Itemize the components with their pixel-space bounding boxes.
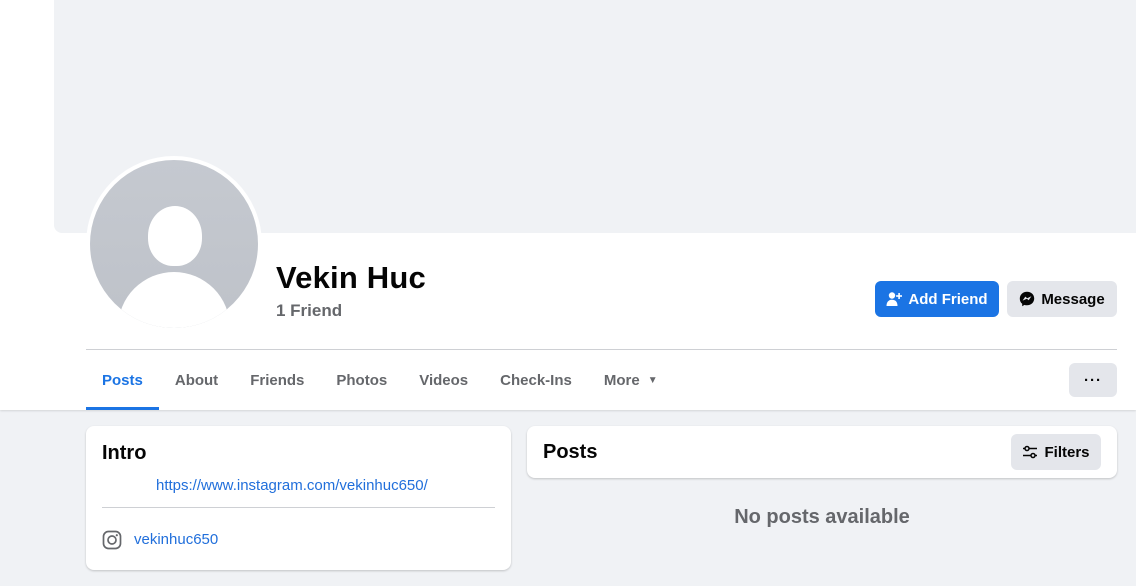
tab-posts[interactable]: Posts bbox=[86, 350, 159, 410]
avatar-head-shape bbox=[148, 206, 202, 266]
profile-picture[interactable] bbox=[86, 156, 262, 332]
avatar-placeholder bbox=[90, 160, 258, 328]
intro-website-link[interactable]: https://www.instagram.com/vekinhuc650/ bbox=[156, 477, 428, 494]
instagram-handle-link[interactable]: vekinhuc650 bbox=[134, 531, 218, 548]
tab-about[interactable]: About bbox=[159, 350, 234, 410]
messenger-icon bbox=[1020, 291, 1035, 307]
tab-label: More bbox=[603, 371, 640, 389]
tab-label: Posts bbox=[102, 371, 143, 389]
tab-photos[interactable]: Photos bbox=[320, 350, 403, 410]
tab-check-ins[interactable]: Check-Ins bbox=[484, 350, 588, 410]
filters-button[interactable]: Filters bbox=[1011, 434, 1101, 470]
posts-title: Posts bbox=[543, 441, 598, 463]
posts-header-card: Posts Filters bbox=[527, 426, 1117, 478]
profile-tabs: Posts About Friends Photos Videos Check-… bbox=[86, 350, 674, 410]
tab-label: Videos bbox=[419, 371, 469, 389]
tab-label: Check-Ins bbox=[500, 371, 572, 389]
filters-label: Filters bbox=[1044, 443, 1090, 461]
add-person-icon bbox=[886, 292, 903, 306]
profile-name: Vekin Huc bbox=[276, 260, 426, 295]
intro-divider bbox=[102, 507, 495, 508]
more-options-button[interactable]: ··· bbox=[1069, 363, 1117, 397]
tab-label: Photos bbox=[336, 371, 388, 389]
sliders-icon bbox=[1023, 445, 1038, 459]
intro-title: Intro bbox=[102, 442, 147, 464]
tab-label: About bbox=[174, 371, 219, 389]
tab-label: Friends bbox=[250, 371, 305, 389]
add-friend-button[interactable]: Add Friend bbox=[875, 281, 999, 317]
empty-posts-message: No posts available bbox=[734, 506, 910, 528]
profile-header: Vekin Huc 1 Friend Add Friend Message Po… bbox=[0, 0, 1136, 410]
tab-videos[interactable]: Videos bbox=[403, 350, 484, 410]
instagram-icon bbox=[102, 530, 122, 550]
message-button[interactable]: Message bbox=[1007, 281, 1117, 317]
add-friend-label: Add Friend bbox=[908, 290, 988, 308]
tab-friends[interactable]: Friends bbox=[234, 350, 320, 410]
intro-card: Intro https://www.instagram.com/vekinhuc… bbox=[86, 426, 511, 570]
caret-down-icon: ▼ bbox=[647, 374, 658, 386]
friend-count[interactable]: 1 Friend bbox=[276, 301, 342, 321]
ellipsis-icon: ··· bbox=[1084, 371, 1102, 389]
avatar-body-shape bbox=[118, 272, 230, 328]
tab-more[interactable]: More ▼ bbox=[588, 350, 674, 410]
message-label: Message bbox=[1041, 290, 1105, 308]
